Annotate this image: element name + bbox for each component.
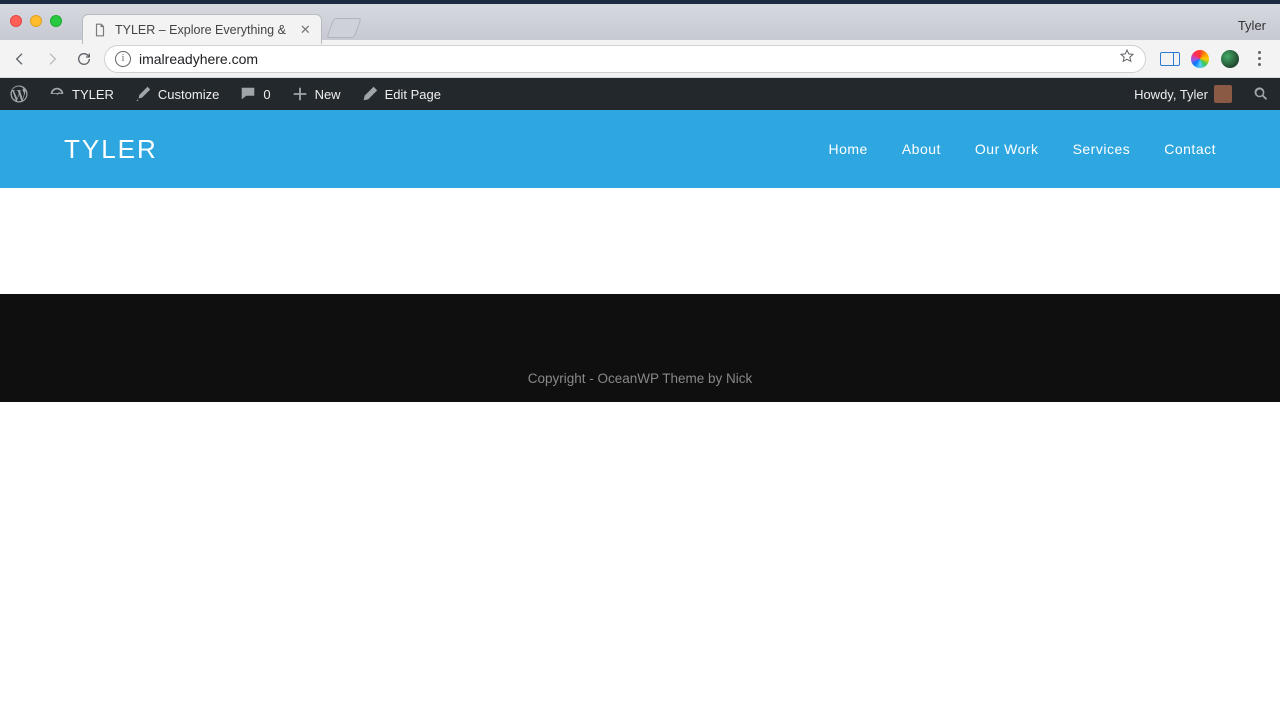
avatar: [1214, 85, 1232, 103]
forward-button[interactable]: [40, 47, 64, 71]
wp-edit-page-label: Edit Page: [385, 87, 441, 102]
nav-our-work[interactable]: Our Work: [975, 141, 1039, 157]
nav-services[interactable]: Services: [1073, 141, 1131, 157]
primary-nav: Home About Our Work Services Contact: [828, 141, 1216, 157]
page-content: [0, 188, 1280, 294]
wp-new-content-menu[interactable]: New: [281, 78, 351, 110]
browser-toolbar: i imalreadyhere.com: [0, 40, 1280, 78]
close-tab-icon[interactable]: ✕: [300, 22, 311, 38]
wp-customize-label: Customize: [158, 87, 219, 102]
wp-comments-count: 0: [263, 87, 270, 102]
plus-icon: [291, 85, 309, 103]
wp-adminbar-search[interactable]: [1242, 78, 1280, 110]
nav-about[interactable]: About: [902, 141, 941, 157]
site-info-icon[interactable]: i: [115, 51, 131, 67]
browser-profile-label[interactable]: Tyler: [1238, 18, 1266, 33]
comment-icon: [239, 85, 257, 103]
browser-menu-icon[interactable]: [1250, 49, 1268, 69]
wp-site-name-menu[interactable]: TYLER: [38, 78, 124, 110]
dark-circle-extension-icon[interactable]: [1220, 49, 1240, 69]
device-frame-extension-icon[interactable]: [1160, 49, 1180, 69]
wp-customize-link[interactable]: Customize: [124, 78, 229, 110]
window-zoom-button[interactable]: [50, 15, 62, 27]
traffic-lights: [10, 15, 62, 27]
bookmark-star-icon[interactable]: [1119, 48, 1135, 69]
generic-page-icon: [93, 23, 107, 37]
site-logo[interactable]: TYLER: [64, 134, 158, 165]
url-text: imalreadyhere.com: [139, 51, 1111, 67]
wp-account-menu[interactable]: Howdy, Tyler: [1124, 78, 1242, 110]
nav-home[interactable]: Home: [828, 141, 867, 157]
footer-widget-area: [0, 294, 1280, 354]
wordpress-logo-icon: [10, 85, 28, 103]
wp-comments-link[interactable]: 0: [229, 78, 280, 110]
back-button[interactable]: [8, 47, 32, 71]
footer-copyright: Copyright - OceanWP Theme by Nick: [0, 354, 1280, 402]
window-minimize-button[interactable]: [30, 15, 42, 27]
paintbrush-icon: [134, 85, 152, 103]
site-footer: Copyright - OceanWP Theme by Nick: [0, 294, 1280, 402]
browser-tab-title: TYLER – Explore Everything &: [115, 23, 286, 37]
window-close-button[interactable]: [10, 15, 22, 27]
wp-site-name-label: TYLER: [72, 87, 114, 102]
search-icon: [1252, 85, 1270, 103]
extension-icons: [1160, 49, 1268, 69]
new-tab-button[interactable]: [326, 18, 361, 38]
address-bar[interactable]: i imalreadyhere.com: [104, 45, 1146, 73]
nav-contact[interactable]: Contact: [1164, 141, 1216, 157]
macos-titlebar: TYLER – Explore Everything & ✕ Tyler: [0, 0, 1280, 40]
site-header: TYLER Home About Our Work Services Conta…: [0, 110, 1280, 188]
wp-logo-menu[interactable]: [0, 78, 38, 110]
wp-howdy-label: Howdy, Tyler: [1134, 87, 1208, 102]
color-wheel-extension-icon[interactable]: [1190, 49, 1210, 69]
dashboard-icon: [48, 85, 66, 103]
reload-button[interactable]: [72, 47, 96, 71]
browser-tab[interactable]: TYLER – Explore Everything & ✕: [82, 14, 322, 44]
wp-admin-bar: TYLER Customize 0 New Edit Page: [0, 78, 1280, 110]
pencil-icon: [361, 85, 379, 103]
wp-new-label: New: [315, 87, 341, 102]
wp-edit-page-link[interactable]: Edit Page: [351, 78, 451, 110]
